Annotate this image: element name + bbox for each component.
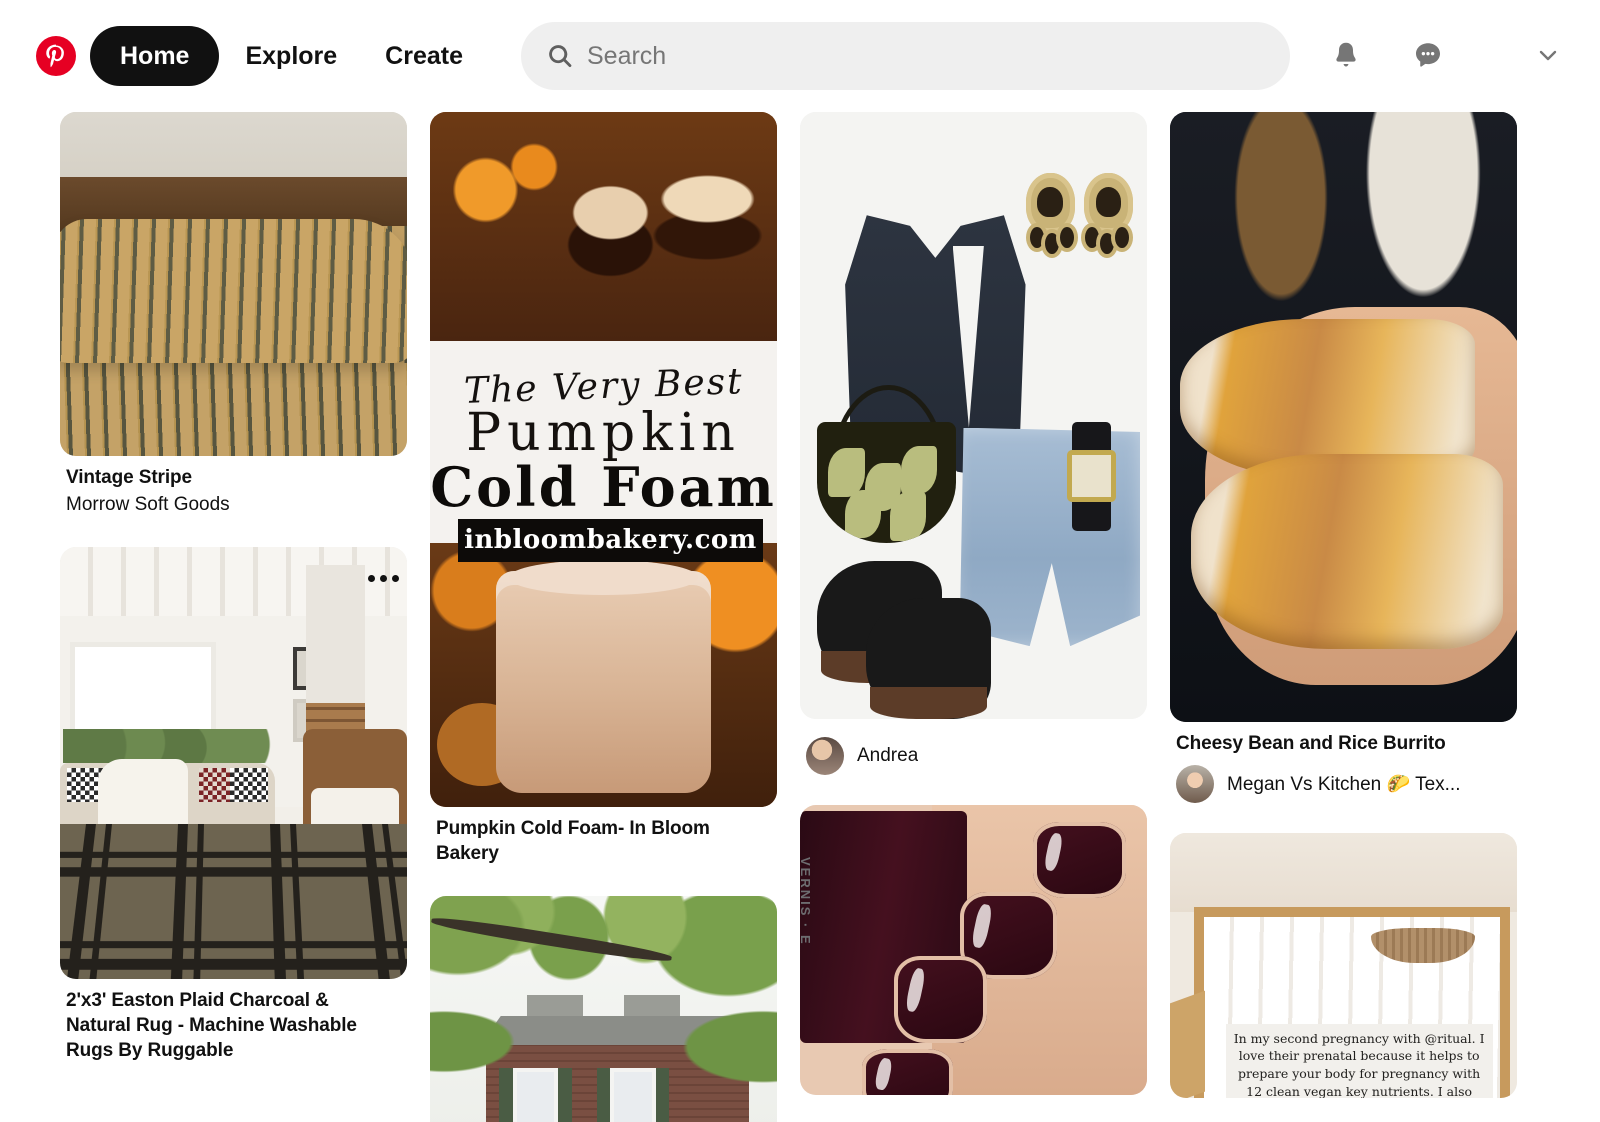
- pin-image-url-text: inbloombakery.com: [464, 525, 757, 556]
- pin-image-thin-text: Pumpkin: [466, 402, 741, 463]
- messages-chat-icon: [1413, 40, 1443, 73]
- pin-author-name: Megan Vs Kitchen 🌮 Tex...: [1227, 773, 1461, 795]
- nav-item-create[interactable]: Create: [363, 26, 485, 86]
- avatar: [1176, 764, 1214, 803]
- pin-card-cheesy-bean-rice-burrito[interactable]: Cheesy Bean and Rice Burrito Megan Vs Ki…: [1170, 112, 1517, 803]
- search-input[interactable]: [587, 41, 1264, 71]
- pin-title: Pumpkin Cold Foam- In Bloom Bakery: [436, 818, 710, 864]
- notifications-bell-icon: [1331, 40, 1361, 73]
- pin-title: Vintage Stripe: [66, 467, 193, 488]
- feed-column-3: Andrea VERNIS · E: [800, 112, 1147, 1122]
- bedding-photo: [60, 112, 407, 456]
- pin-author[interactable]: Megan Vs Kitchen 🌮 Tex...: [1176, 764, 1511, 803]
- chevron-down-icon: [1536, 43, 1560, 70]
- more-options-icon[interactable]: [368, 575, 399, 583]
- pin-image[interactable]: [800, 112, 1147, 719]
- pin-image-quote-text: In my second pregnancy with @ritual. I l…: [1233, 1030, 1485, 1098]
- pin-author-name: Andrea: [857, 745, 919, 766]
- pin-image[interactable]: [430, 896, 777, 1122]
- pin-author[interactable]: Andrea: [806, 737, 1141, 775]
- nav-item-home[interactable]: Home: [90, 26, 220, 86]
- top-navigation-bar: Home Explore Create: [0, 0, 1600, 112]
- brick-house-photo: [430, 896, 777, 1122]
- nail-polish-photo: VERNIS · E: [800, 805, 1147, 1095]
- nav-item-explore[interactable]: Explore: [223, 26, 359, 86]
- pin-card-ritual-prenatal-mirror[interactable]: In my second pregnancy with @ritual. I l…: [1170, 832, 1517, 1098]
- pin-meta: Pumpkin Cold Foam- In Bloom Bakery: [430, 807, 777, 866]
- pumpkin-cold-foam-photo: The Very Best Pumpkin Cold Foam inbloomb…: [430, 112, 777, 807]
- pin-meta: Vintage Stripe Morrow Soft Goods: [60, 456, 407, 517]
- pin-subtitle: Morrow Soft Goods: [66, 493, 230, 515]
- mirror-ritual-photo: In my second pregnancy with @ritual. I l…: [1170, 832, 1517, 1098]
- pin-title: Cheesy Bean and Rice Burrito: [1176, 733, 1446, 754]
- pin-image[interactable]: [60, 547, 407, 980]
- pinterest-logo-icon[interactable]: [36, 36, 76, 76]
- avatar: [806, 737, 844, 775]
- pin-feed: Vintage Stripe Morrow Soft Goods 2'x3' E…: [0, 112, 1600, 1122]
- pin-card-pumpkin-cold-foam[interactable]: The Very Best Pumpkin Cold Foam inbloomb…: [430, 112, 777, 866]
- pin-card-dark-nail-polish[interactable]: VERNIS · E: [800, 805, 1147, 1095]
- search-icon: [547, 43, 573, 69]
- pin-meta: Cheesy Bean and Rice Burrito Megan Vs Ki…: [1170, 722, 1517, 803]
- header-actions: [1318, 28, 1576, 84]
- pin-image-bold-text: Cold Foam: [430, 454, 777, 519]
- pin-meta: 2'x3' Easton Plaid Charcoal & Natural Ru…: [60, 575, 407, 1063]
- pin-meta: Andrea: [800, 719, 1147, 775]
- notifications-button[interactable]: [1318, 28, 1374, 84]
- masonry-columns: Vintage Stripe Morrow Soft Goods 2'x3' E…: [60, 112, 1540, 1122]
- messages-button[interactable]: [1400, 28, 1456, 84]
- feed-column-1: Vintage Stripe Morrow Soft Goods 2'x3' E…: [60, 112, 407, 1093]
- pin-image-script-text: The Very Best: [463, 360, 744, 412]
- pin-image[interactable]: In my second pregnancy with @ritual. I l…: [1170, 832, 1517, 1098]
- pin-image[interactable]: [1170, 112, 1517, 722]
- living-room-rug-photo: [60, 547, 407, 980]
- feed-column-2: The Very Best Pumpkin Cold Foam inbloomb…: [430, 112, 777, 1122]
- feed-column-4: Cheesy Bean and Rice Burrito Megan Vs Ki…: [1170, 112, 1517, 1122]
- account-menu-button[interactable]: [1524, 32, 1572, 80]
- pin-card-easton-plaid-rug[interactable]: 2'x3' Easton Plaid Charcoal & Natural Ru…: [60, 547, 407, 1063]
- pin-card-vintage-stripe[interactable]: Vintage Stripe Morrow Soft Goods: [60, 112, 407, 517]
- pin-image[interactable]: The Very Best Pumpkin Cold Foam inbloomb…: [430, 112, 777, 807]
- pin-image[interactable]: VERNIS · E: [800, 805, 1147, 1095]
- burrito-photo: [1170, 112, 1517, 722]
- pin-card-outfit-flatlay[interactable]: Andrea: [800, 112, 1147, 775]
- pin-title: 2'x3' Easton Plaid Charcoal & Natural Ru…: [66, 990, 357, 1061]
- pin-card-brick-house[interactable]: [430, 896, 777, 1122]
- pin-image[interactable]: [60, 112, 407, 456]
- search-bar[interactable]: [521, 22, 1290, 90]
- outfit-flatlay-photo: [800, 112, 1147, 719]
